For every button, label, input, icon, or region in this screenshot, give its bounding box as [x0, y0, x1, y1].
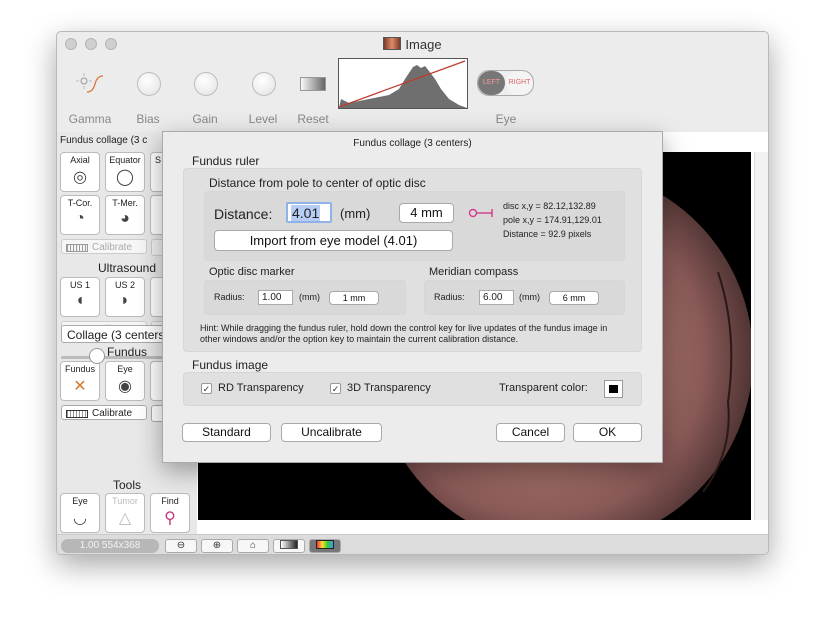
color-palette-icon [316, 540, 334, 549]
t-cor-icon: ◔ [75, 210, 85, 227]
distance-label: Distance: [214, 206, 273, 222]
image-icon [383, 37, 402, 50]
ruler-marker-icon [468, 208, 493, 218]
meridian-radius-input[interactable]: 6.00 [479, 290, 514, 305]
us2-icon: ◗ [120, 292, 130, 309]
ruler-icon [66, 244, 88, 252]
uncalibrate-button[interactable]: Uncalibrate [281, 423, 382, 442]
tumor-tool-button[interactable]: Tumor △ [105, 493, 145, 533]
eye-measure-icon: ◡ [73, 510, 87, 527]
t-cor-tool-button[interactable]: T-Cor. ◔ [60, 195, 100, 235]
t-mer-icon: ◕ [120, 210, 130, 227]
3d-transparency-checkbox[interactable]: ✓ [330, 383, 341, 394]
fundus-collage-dialog: Fundus collage (3 centers) Fundus ruler … [162, 131, 663, 463]
meridian-radius-label: Radius: [434, 292, 465, 302]
transparent-color-well[interactable] [604, 380, 623, 398]
collage-slider-thumb[interactable] [89, 348, 105, 364]
color-button[interactable] [309, 539, 341, 553]
rd-transparency-checkbox[interactable]: ✓ [201, 383, 212, 394]
axial-icon: ◎ [73, 169, 87, 186]
bias-knob[interactable] [137, 72, 161, 96]
eye-left-right-toggle[interactable]: LEFT RIGHT [477, 70, 534, 96]
gain-knob[interactable] [194, 72, 218, 96]
calibrate-button-3[interactable]: Calibrate [61, 405, 147, 420]
level-label: Level [248, 112, 278, 126]
transparent-color-label: Transparent color: [499, 382, 588, 394]
distance-pixels: Distance = 92.9 pixels [503, 229, 592, 239]
gradient-icon [280, 540, 298, 549]
us1-tool-button[interactable]: US 1 ◖ [60, 277, 100, 317]
eye-label: Eye [495, 112, 517, 126]
standard-button[interactable]: Standard [182, 423, 271, 442]
find-tool-button[interactable]: Find ⚲ [150, 493, 190, 533]
fundus-icon: ✕ [73, 378, 87, 395]
import-eye-model-button[interactable]: Import from eye model (4.01) [214, 230, 453, 251]
meridian-6mm-button[interactable]: 6 mm [549, 291, 599, 305]
panel-title: Fundus collage (3 c [60, 135, 148, 146]
tumor-icon: △ [118, 510, 132, 527]
reset-label: Reset [297, 112, 329, 126]
disc-coordinates: disc x,y = 82.12,132.89 [503, 201, 596, 211]
distance-group-heading: Distance from pole to center of optic di… [209, 176, 426, 190]
ruler-icon [66, 410, 88, 418]
find-icon: ⚲ [164, 510, 176, 527]
fundus-tool-button[interactable]: Fundus ✕ [60, 361, 100, 401]
grayscale-button[interactable] [273, 539, 305, 553]
distance-4mm-button[interactable]: 4 mm [399, 203, 454, 223]
eye-icon: ◉ [118, 378, 132, 395]
gain-label: Gain [192, 112, 218, 126]
optic-radius-unit: (mm) [299, 292, 320, 302]
t-mer-tool-button[interactable]: T-Mer. ◕ [105, 195, 145, 235]
optic-1mm-button[interactable]: 1 mm [329, 291, 379, 305]
hint-text: Hint: While dragging the fundus ruler, h… [200, 323, 608, 344]
gamma-label: Gamma [68, 112, 112, 126]
us1-icon: ◖ [75, 292, 85, 309]
ok-button[interactable]: OK [573, 423, 642, 442]
vertical-scrollbar[interactable] [754, 152, 768, 520]
level-knob[interactable] [252, 72, 276, 96]
pole-coordinates: pole x,y = 174.91,129.01 [503, 215, 602, 225]
cancel-button[interactable]: Cancel [496, 423, 565, 442]
window-title: Image [57, 37, 768, 52]
distance-unit: (mm) [340, 206, 371, 221]
optic-disc-marker-heading: Optic disc marker [209, 266, 295, 278]
zoom-in-button[interactable]: ⊕ [201, 539, 233, 553]
3d-transparency-label: 3D Transparency [347, 382, 431, 394]
equator-tool-button[interactable]: Equator ◯ [105, 152, 145, 192]
equator-icon: ◯ [116, 169, 134, 186]
meridian-radius-unit: (mm) [519, 292, 540, 302]
home-button[interactable]: ⌂ [237, 539, 269, 553]
zoom-label: 1.00 554x368 [61, 539, 159, 553]
optic-radius-input[interactable]: 1.00 [258, 290, 293, 305]
calibrate-button-1[interactable]: Calibrate [61, 239, 147, 254]
eye-measure-tool-button[interactable]: Eye ◡ [60, 493, 100, 533]
zoom-out-icon: ⊖ [176, 540, 186, 551]
eye-tool-button[interactable]: Eye ◉ [105, 361, 145, 401]
fundus-ruler-heading: Fundus ruler [192, 154, 260, 168]
zoom-out-button[interactable]: ⊖ [165, 539, 197, 553]
zoom-in-icon: ⊕ [212, 540, 222, 551]
gamma-icon[interactable] [73, 70, 105, 96]
right-eye-option[interactable]: RIGHT [506, 71, 533, 95]
bias-label: Bias [136, 112, 160, 126]
meridian-compass-heading: Meridian compass [429, 266, 519, 278]
optic-radius-label: Radius: [214, 292, 245, 302]
fundus-image-heading: Fundus image [192, 358, 269, 372]
reset-icon[interactable] [300, 77, 326, 91]
home-icon: ⌂ [249, 540, 257, 551]
histogram[interactable] [338, 58, 468, 109]
title-bar: Image [57, 32, 768, 56]
us2-tool-button[interactable]: US 2 ◗ [105, 277, 145, 317]
toolbar: LEFT RIGHT Gamma Bias Gain Level Reset E… [57, 56, 768, 132]
dialog-title: Fundus collage (3 centers) [353, 138, 472, 149]
axial-tool-button[interactable]: Axial ◎ [60, 152, 100, 192]
distance-input[interactable]: 4.01 [286, 202, 332, 223]
left-eye-option[interactable]: LEFT [478, 71, 505, 95]
rd-transparency-label: RD Transparency [218, 382, 304, 394]
status-bar: 1.00 554x368 ⊖ ⊕ ⌂ [57, 534, 768, 554]
tools-heading: Tools [112, 478, 141, 492]
transparent-color-swatch [609, 385, 618, 393]
